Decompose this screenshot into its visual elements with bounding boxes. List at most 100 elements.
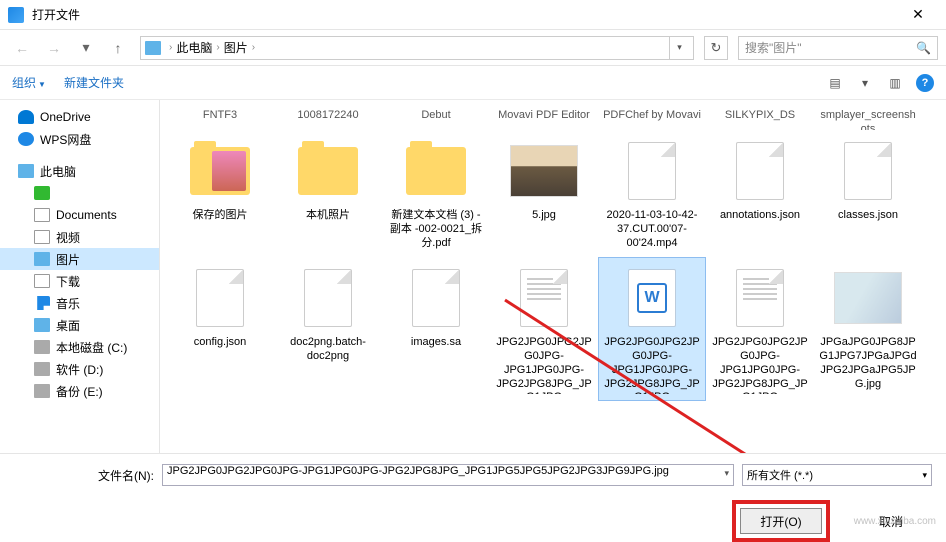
nav-forward-button[interactable]: →	[40, 36, 68, 60]
list-item[interactable]: 1008172240	[274, 102, 382, 130]
sidebar-item-box[interactable]	[0, 182, 159, 204]
pc-icon	[145, 41, 161, 55]
search-placeholder: 搜索"图片"	[745, 39, 916, 56]
app-icon	[8, 7, 24, 23]
sidebar-item-pictures[interactable]: 图片	[0, 248, 159, 270]
file-icon	[196, 269, 244, 327]
help-icon[interactable]: ?	[916, 74, 934, 92]
filetype-filter-label: 所有文件 (*.*)	[747, 467, 813, 483]
sidebar-item-drive-e[interactable]: 备份 (E:)	[0, 380, 159, 402]
search-input[interactable]: 搜索"图片" 🔍	[738, 36, 938, 60]
file-item[interactable]: 2020-11-03-10-42-37.CUT.00'07-00'24.mp4	[598, 130, 706, 257]
video-icon	[34, 230, 50, 244]
file-item[interactable]: JPGaJPG0JPG8JPG1JPG7JPGaJPGdJPG2JPGaJPG5…	[814, 257, 922, 401]
view-mode-drop-icon[interactable]: ▾	[856, 74, 874, 92]
sidebar-item-label: 音乐	[56, 295, 80, 312]
window-title: 打开文件	[32, 6, 898, 23]
file-item[interactable]: JPG2JPG0JPG2JPG0JPG-JPG1JPG0JPG-JPG2JPG8…	[490, 257, 598, 401]
list-item[interactable]: smplayer_screenshots	[814, 102, 922, 130]
folder-icon	[406, 147, 466, 195]
sidebar-item-onedrive[interactable]: OneDrive	[0, 106, 159, 128]
file-item[interactable]: 本机照片	[274, 130, 382, 257]
sidebar: OneDrive WPS网盘 此电脑 Documents 视频 图片 下载 音乐…	[0, 100, 160, 480]
sidebar-item-label: 本地磁盘 (C:)	[56, 339, 127, 356]
organize-menu[interactable]: 组织▼	[12, 74, 46, 91]
nav-up-button[interactable]: ↑	[104, 36, 132, 60]
sidebar-item-downloads[interactable]: 下载	[0, 270, 159, 292]
file-item[interactable]: WJPG2JPG0JPG2JPG0JPG-JPG1JPG0JPG-JPG2JPG…	[598, 257, 706, 401]
sidebar-item-label: Documents	[56, 208, 117, 222]
desktop-icon	[34, 318, 50, 332]
file-item[interactable]: annotations.json	[706, 130, 814, 257]
sidebar-item-label: 备份 (E:)	[56, 383, 103, 400]
file-icon	[520, 269, 568, 327]
picture-icon	[34, 252, 50, 266]
file-item[interactable]: classes.json	[814, 130, 922, 257]
drive-icon	[34, 362, 50, 376]
breadcrumb-sep-icon: ›	[216, 42, 219, 53]
sidebar-item-drive-c[interactable]: 本地磁盘 (C:)	[0, 336, 159, 358]
file-item-label: 保存的图片	[171, 209, 269, 223]
chevron-down-icon[interactable]: ▾	[724, 468, 729, 479]
file-item-label: 2020-11-03-10-42-37.CUT.00'07-00'24.mp4	[603, 209, 701, 250]
refresh-button[interactable]: ↻	[704, 36, 728, 60]
file-item-label: 本机照片	[279, 209, 377, 223]
file-item[interactable]: config.json	[166, 257, 274, 401]
file-item[interactable]: 新建文本文档 (3) - 副本 -002-0021_拆分.pdf	[382, 130, 490, 257]
breadcrumb-sep-icon: ›	[169, 42, 172, 53]
filename-label: 文件名(N):	[14, 467, 154, 484]
chevron-down-icon: ▾	[922, 470, 927, 481]
folder-icon	[298, 147, 358, 195]
sidebar-item-label: OneDrive	[40, 110, 91, 124]
sidebar-item-label: 桌面	[56, 317, 80, 334]
breadcrumb-item-pictures[interactable]: 图片	[224, 39, 248, 56]
file-grid[interactable]: FNTF3 1008172240 Debut Movavi PDF Editor…	[160, 100, 946, 480]
file-item-label: classes.json	[819, 209, 917, 223]
sidebar-item-desktop[interactable]: 桌面	[0, 314, 159, 336]
open-button[interactable]: 打开(O)	[740, 508, 822, 534]
sidebar-item-music[interactable]: 音乐	[0, 292, 159, 314]
list-item[interactable]: Movavi PDF Editor	[490, 102, 598, 130]
filename-input[interactable]: JPG2JPG0JPG2JPG0JPG-JPG1JPG0JPG-JPG2JPG8…	[162, 464, 734, 486]
sidebar-item-label: 下载	[56, 273, 80, 290]
nav-back-button[interactable]: ←	[8, 36, 36, 60]
document-icon	[34, 208, 50, 222]
breadcrumb-drop-icon[interactable]: ▾	[669, 37, 689, 59]
file-item-label: JPGaJPG0JPG8JPG1JPG7JPGaJPGdJPG2JPGaJPG5…	[819, 336, 917, 391]
file-item[interactable]: 5.jpg	[490, 130, 598, 257]
file-icon	[736, 269, 784, 327]
drive-icon	[34, 384, 50, 398]
sidebar-item-videos[interactable]: 视频	[0, 226, 159, 248]
file-item-label: 新建文本文档 (3) - 副本 -002-0021_拆分.pdf	[387, 209, 485, 250]
sidebar-item-label: 视频	[56, 229, 80, 246]
new-folder-button[interactable]: 新建文件夹	[64, 74, 124, 91]
search-icon: 🔍	[916, 41, 931, 55]
word-doc-icon: W	[628, 269, 676, 327]
file-item-label: annotations.json	[711, 209, 809, 223]
file-item[interactable]: JPG2JPG0JPG2JPG0JPG-JPG1JPG0JPG-JPG2JPG8…	[706, 257, 814, 401]
close-button[interactable]: ✕	[898, 6, 938, 23]
sidebar-item-documents[interactable]: Documents	[0, 204, 159, 226]
list-item[interactable]: PDFChef by Movavi	[598, 102, 706, 130]
sidebar-item-drive-d[interactable]: 软件 (D:)	[0, 358, 159, 380]
image-thumbnail	[510, 145, 578, 197]
cloud-icon	[18, 110, 34, 124]
view-mode-icon[interactable]: ▤	[826, 74, 844, 92]
file-item[interactable]: 保存的图片	[166, 130, 274, 257]
image-thumbnail	[834, 272, 902, 324]
list-item[interactable]: Debut	[382, 102, 490, 130]
file-item[interactable]: doc2png.batch-doc2png	[274, 257, 382, 401]
file-item[interactable]: images.sa	[382, 257, 490, 401]
breadcrumb-item-thispc[interactable]: 此电脑	[176, 39, 212, 56]
list-item[interactable]: SILKYPIX_DS	[706, 102, 814, 130]
annotation-highlight: 打开(O)	[732, 500, 830, 542]
file-item-label: doc2png.batch-doc2png	[279, 336, 377, 364]
sidebar-item-thispc[interactable]: 此电脑	[0, 160, 159, 182]
chevron-down-icon[interactable]: ▾	[72, 36, 100, 60]
preview-pane-icon[interactable]: ▥	[886, 74, 904, 92]
list-item[interactable]: FNTF3	[166, 102, 274, 130]
sidebar-item-label: 此电脑	[40, 163, 76, 180]
sidebar-item-wps[interactable]: WPS网盘	[0, 128, 159, 150]
breadcrumb[interactable]: › 此电脑 › 图片 › ▾	[140, 36, 694, 60]
filetype-filter[interactable]: 所有文件 (*.*) ▾	[742, 464, 932, 486]
